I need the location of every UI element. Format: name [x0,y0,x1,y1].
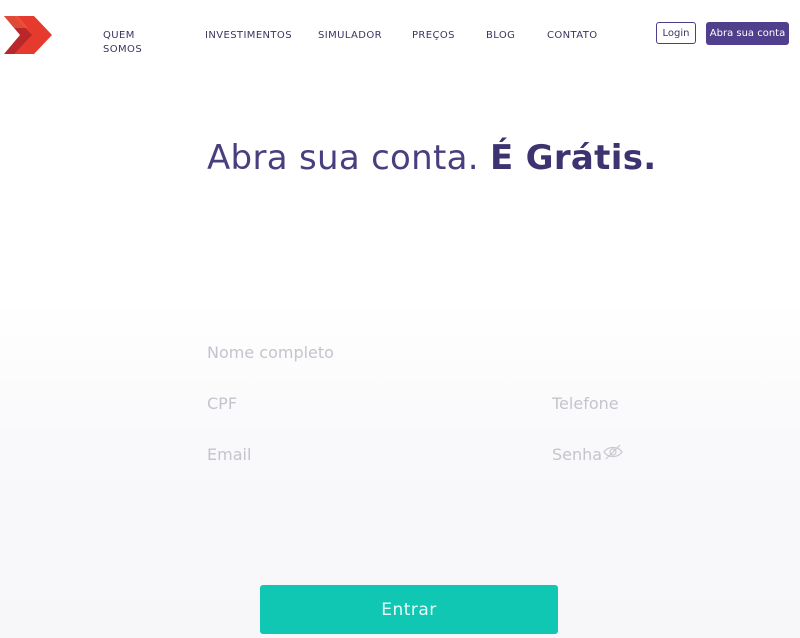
open-account-button[interactable]: Abra sua conta [706,22,789,45]
top-header: QUEM SOMOS INVESTIMENTOS SIMULADOR PREÇO… [0,0,800,70]
cpf-input[interactable] [207,392,507,414]
submit-button[interactable]: Entrar [260,585,558,634]
brand-logo[interactable] [4,16,54,54]
eye-slash-icon[interactable] [602,441,624,463]
nav-quem-somos[interactable]: QUEM SOMOS [103,29,142,57]
nav-contato[interactable]: CONTATO [547,29,598,43]
page-title: Abra sua conta. É Grátis. [207,138,656,178]
email-input[interactable] [207,443,507,465]
login-button[interactable]: Login [656,22,696,44]
nav-simulador[interactable]: SIMULADOR [318,29,382,43]
nav-investimentos[interactable]: INVESTIMENTOS [205,29,292,43]
title-regular: Abra sua conta. [207,138,479,178]
phone-input[interactable] [552,392,752,414]
nav-blog[interactable]: BLOG [486,29,515,43]
arrow-chevrons-logo-icon [4,16,52,54]
nav-precos[interactable]: PREÇOS [412,29,455,43]
full-name-input[interactable] [207,341,627,363]
title-bold: É Grátis. [490,138,657,178]
